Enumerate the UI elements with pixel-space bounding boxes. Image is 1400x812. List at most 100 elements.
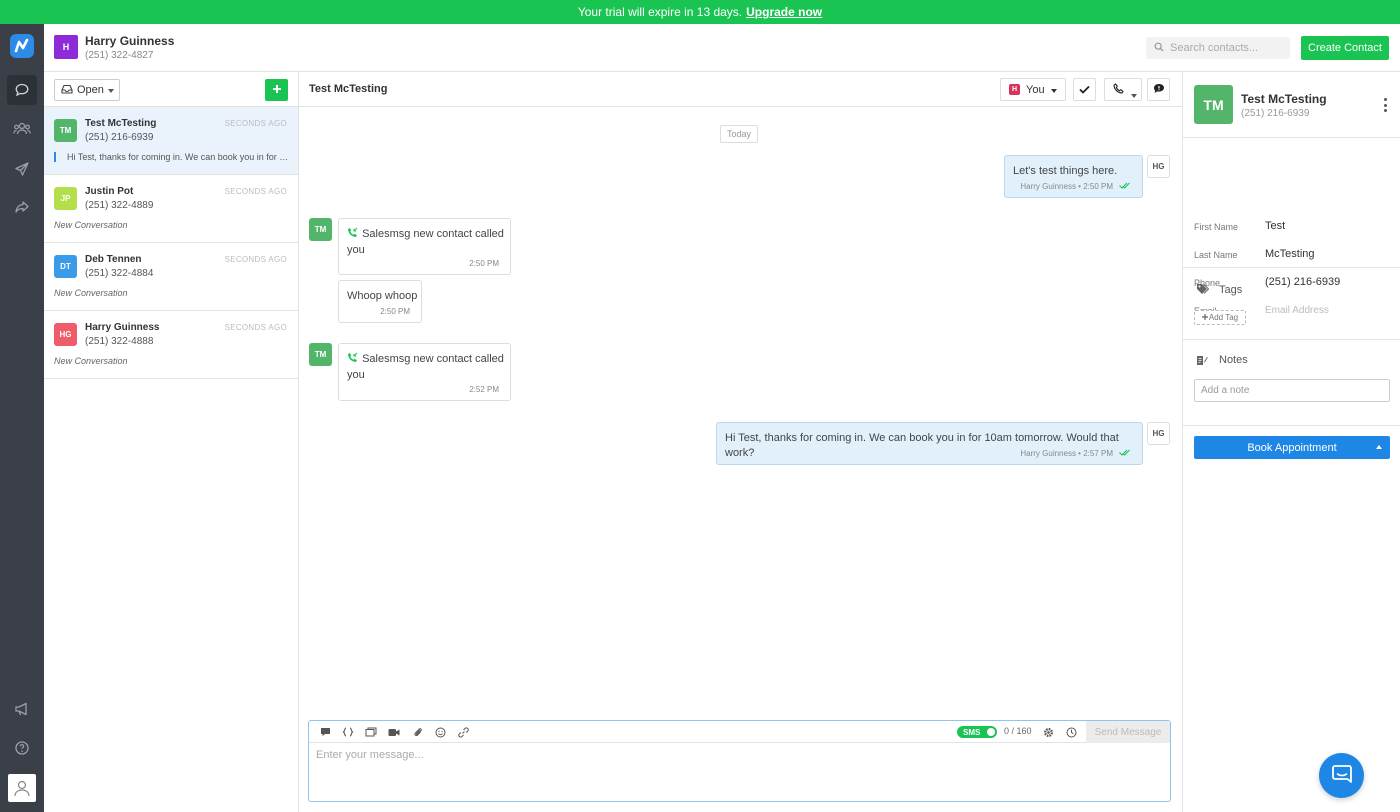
emoji-icon[interactable] <box>434 726 446 738</box>
call-button[interactable] <box>1104 78 1142 101</box>
profile-avatar-icon[interactable] <box>8 774 36 802</box>
more-options-icon[interactable] <box>1383 98 1387 112</box>
list-toolbar: Open <box>44 72 298 107</box>
contact-panel: TM Test McTesting (251) 216-6939 First N… <box>1182 72 1400 812</box>
sender-avatar: TM <box>309 343 332 366</box>
toggle-knob <box>987 728 995 736</box>
conversation-item[interactable]: TM Test McTesting (251) 216-6939 SECONDS… <box>44 107 298 175</box>
support-chat-launcher[interactable] <box>1319 753 1364 798</box>
search-box[interactable] <box>1146 37 1290 59</box>
custom-field-icon[interactable] <box>342 726 354 738</box>
message-text: Let's test things here. <box>1013 165 1118 177</box>
new-conversation-button[interactable] <box>265 79 288 101</box>
trial-banner-text: Your trial will expire in 13 days. <box>577 5 743 19</box>
schedule-clock-icon[interactable] <box>1065 726 1077 738</box>
message-meta-text: 2:52 PM <box>469 385 499 394</box>
nav-rail <box>0 24 44 812</box>
contact-name: Test McTesting <box>85 118 157 129</box>
contact-avatar: TM <box>1194 85 1233 124</box>
message-text: Salesmsg new contact called you <box>347 227 504 258</box>
contact-name: Harry Guinness <box>85 322 160 333</box>
chat-note-icon <box>1153 83 1165 97</box>
message-text-line: you <box>347 369 365 381</box>
tags-section: Tags Add Tag <box>1183 268 1400 340</box>
message-meta: Harry Guinness • 2:57 PM <box>1020 449 1131 458</box>
call-received-icon <box>347 227 359 243</box>
create-contact-button[interactable]: Create Contact <box>1301 36 1389 60</box>
message-text-line: Salesmsg new contact called <box>362 228 504 240</box>
conversation-item[interactable]: DT Deb Tennen (251) 322-4884 SECONDS AGO… <box>44 243 298 311</box>
trial-banner: Your trial will expire in 13 days. Upgra… <box>0 0 1400 24</box>
sms-toggle-label: SMS <box>963 727 981 737</box>
conversation-time: SECONDS AGO <box>224 323 287 332</box>
user-name: Harry Guinness <box>85 34 175 48</box>
first-name-value[interactable]: Test <box>1265 220 1285 232</box>
contact-name: Deb Tennen <box>85 254 142 265</box>
gear-icon[interactable] <box>1042 726 1054 738</box>
upgrade-link[interactable]: Upgrade now <box>746 5 822 19</box>
plus-icon <box>272 83 282 97</box>
conversation-time: SECONDS AGO <box>224 187 287 196</box>
user-avatar[interactable]: H <box>54 35 78 59</box>
announcements-nav-icon[interactable] <box>7 694 37 724</box>
conversation-time: SECONDS AGO <box>224 255 287 264</box>
notes-icon <box>1195 353 1209 367</box>
checkmark-icon <box>1079 83 1090 97</box>
assignee-avatar: H <box>1009 84 1020 95</box>
last-name-label: Last Name <box>1194 250 1238 260</box>
chat-pane: Test McTesting H You Today Let's test th… <box>299 72 1182 812</box>
book-appointment-button[interactable]: Book Appointment <box>1194 436 1390 459</box>
sms-toggle[interactable]: SMS <box>957 726 997 738</box>
message-meta: 2:50 PM <box>469 259 499 268</box>
character-count: 0 / 160 <box>1004 726 1032 736</box>
help-nav-icon[interactable] <box>7 733 37 763</box>
notes-toggle-button[interactable] <box>1147 78 1170 101</box>
composer-toolbar: SMS 0 / 160 Send Message <box>309 721 1170 743</box>
contacts-nav-icon[interactable] <box>7 114 37 144</box>
conversation-list: Open TM Test McTesting (251) 216-6939 SE… <box>44 72 299 812</box>
conversation-item[interactable]: JP Justin Pot (251) 322-4889 SECONDS AGO… <box>44 175 298 243</box>
share-nav-icon[interactable] <box>7 192 37 222</box>
close-conversation-button[interactable] <box>1073 78 1096 101</box>
message-meta-text: Harry Guinness • 2:50 PM <box>1020 182 1113 191</box>
template-icon[interactable] <box>319 726 331 738</box>
call-received-icon <box>347 352 359 368</box>
search-input[interactable] <box>1170 42 1280 54</box>
status-filter-dropdown[interactable]: Open <box>54 79 120 101</box>
add-tag-button[interactable]: Add Tag <box>1194 310 1246 325</box>
conversation-item[interactable]: HG Harry Guinness (251) 322-4888 SECONDS… <box>44 311 298 379</box>
conversation-preview: Hi Test, thanks for coming in. We can bo… <box>54 152 289 162</box>
contact-avatar: DT <box>54 255 77 278</box>
chevron-down-icon[interactable] <box>1131 87 1137 101</box>
message-meta-text: 2:50 PM <box>469 259 499 268</box>
chevron-up-icon[interactable] <box>1376 445 1382 449</box>
message-bubble: Hi Test, thanks for coming in. We can bo… <box>716 422 1143 465</box>
attachment-icon[interactable] <box>412 726 424 738</box>
message-meta: 2:52 PM <box>469 385 499 394</box>
tags-icon <box>1195 282 1209 296</box>
double-check-icon <box>1119 449 1131 458</box>
link-icon[interactable] <box>457 726 469 738</box>
top-header: H Harry Guinness (251) 322-4827 Create C… <box>44 24 1400 72</box>
chat-bubble-icon <box>1331 763 1353 788</box>
message-input[interactable] <box>316 749 1161 797</box>
contact-fields: First Name Test Last Name McTesting Phon… <box>1183 138 1400 316</box>
notes-section: Notes <box>1183 340 1400 426</box>
assignee-dropdown[interactable]: H You <box>1000 78 1066 101</box>
message-meta: 2:50 PM <box>380 307 410 316</box>
chat-title: Test McTesting <box>309 83 388 95</box>
gallery-icon[interactable] <box>365 726 377 738</box>
conversation-preview: New Conversation <box>54 356 128 366</box>
app-logo-icon[interactable] <box>10 34 34 58</box>
last-name-value[interactable]: McTesting <box>1265 248 1315 260</box>
contact-phone: (251) 322-4889 <box>85 200 154 211</box>
inbox-icon <box>61 84 73 97</box>
search-icon <box>1154 41 1164 55</box>
note-input[interactable] <box>1194 379 1390 402</box>
messages-nav-icon[interactable] <box>7 75 37 105</box>
book-appointment-label: Book Appointment <box>1247 441 1337 454</box>
conversation-preview: New Conversation <box>54 220 128 230</box>
broadcast-nav-icon[interactable] <box>7 154 37 184</box>
send-message-button[interactable]: Send Message <box>1086 721 1170 743</box>
video-icon[interactable] <box>388 726 400 738</box>
